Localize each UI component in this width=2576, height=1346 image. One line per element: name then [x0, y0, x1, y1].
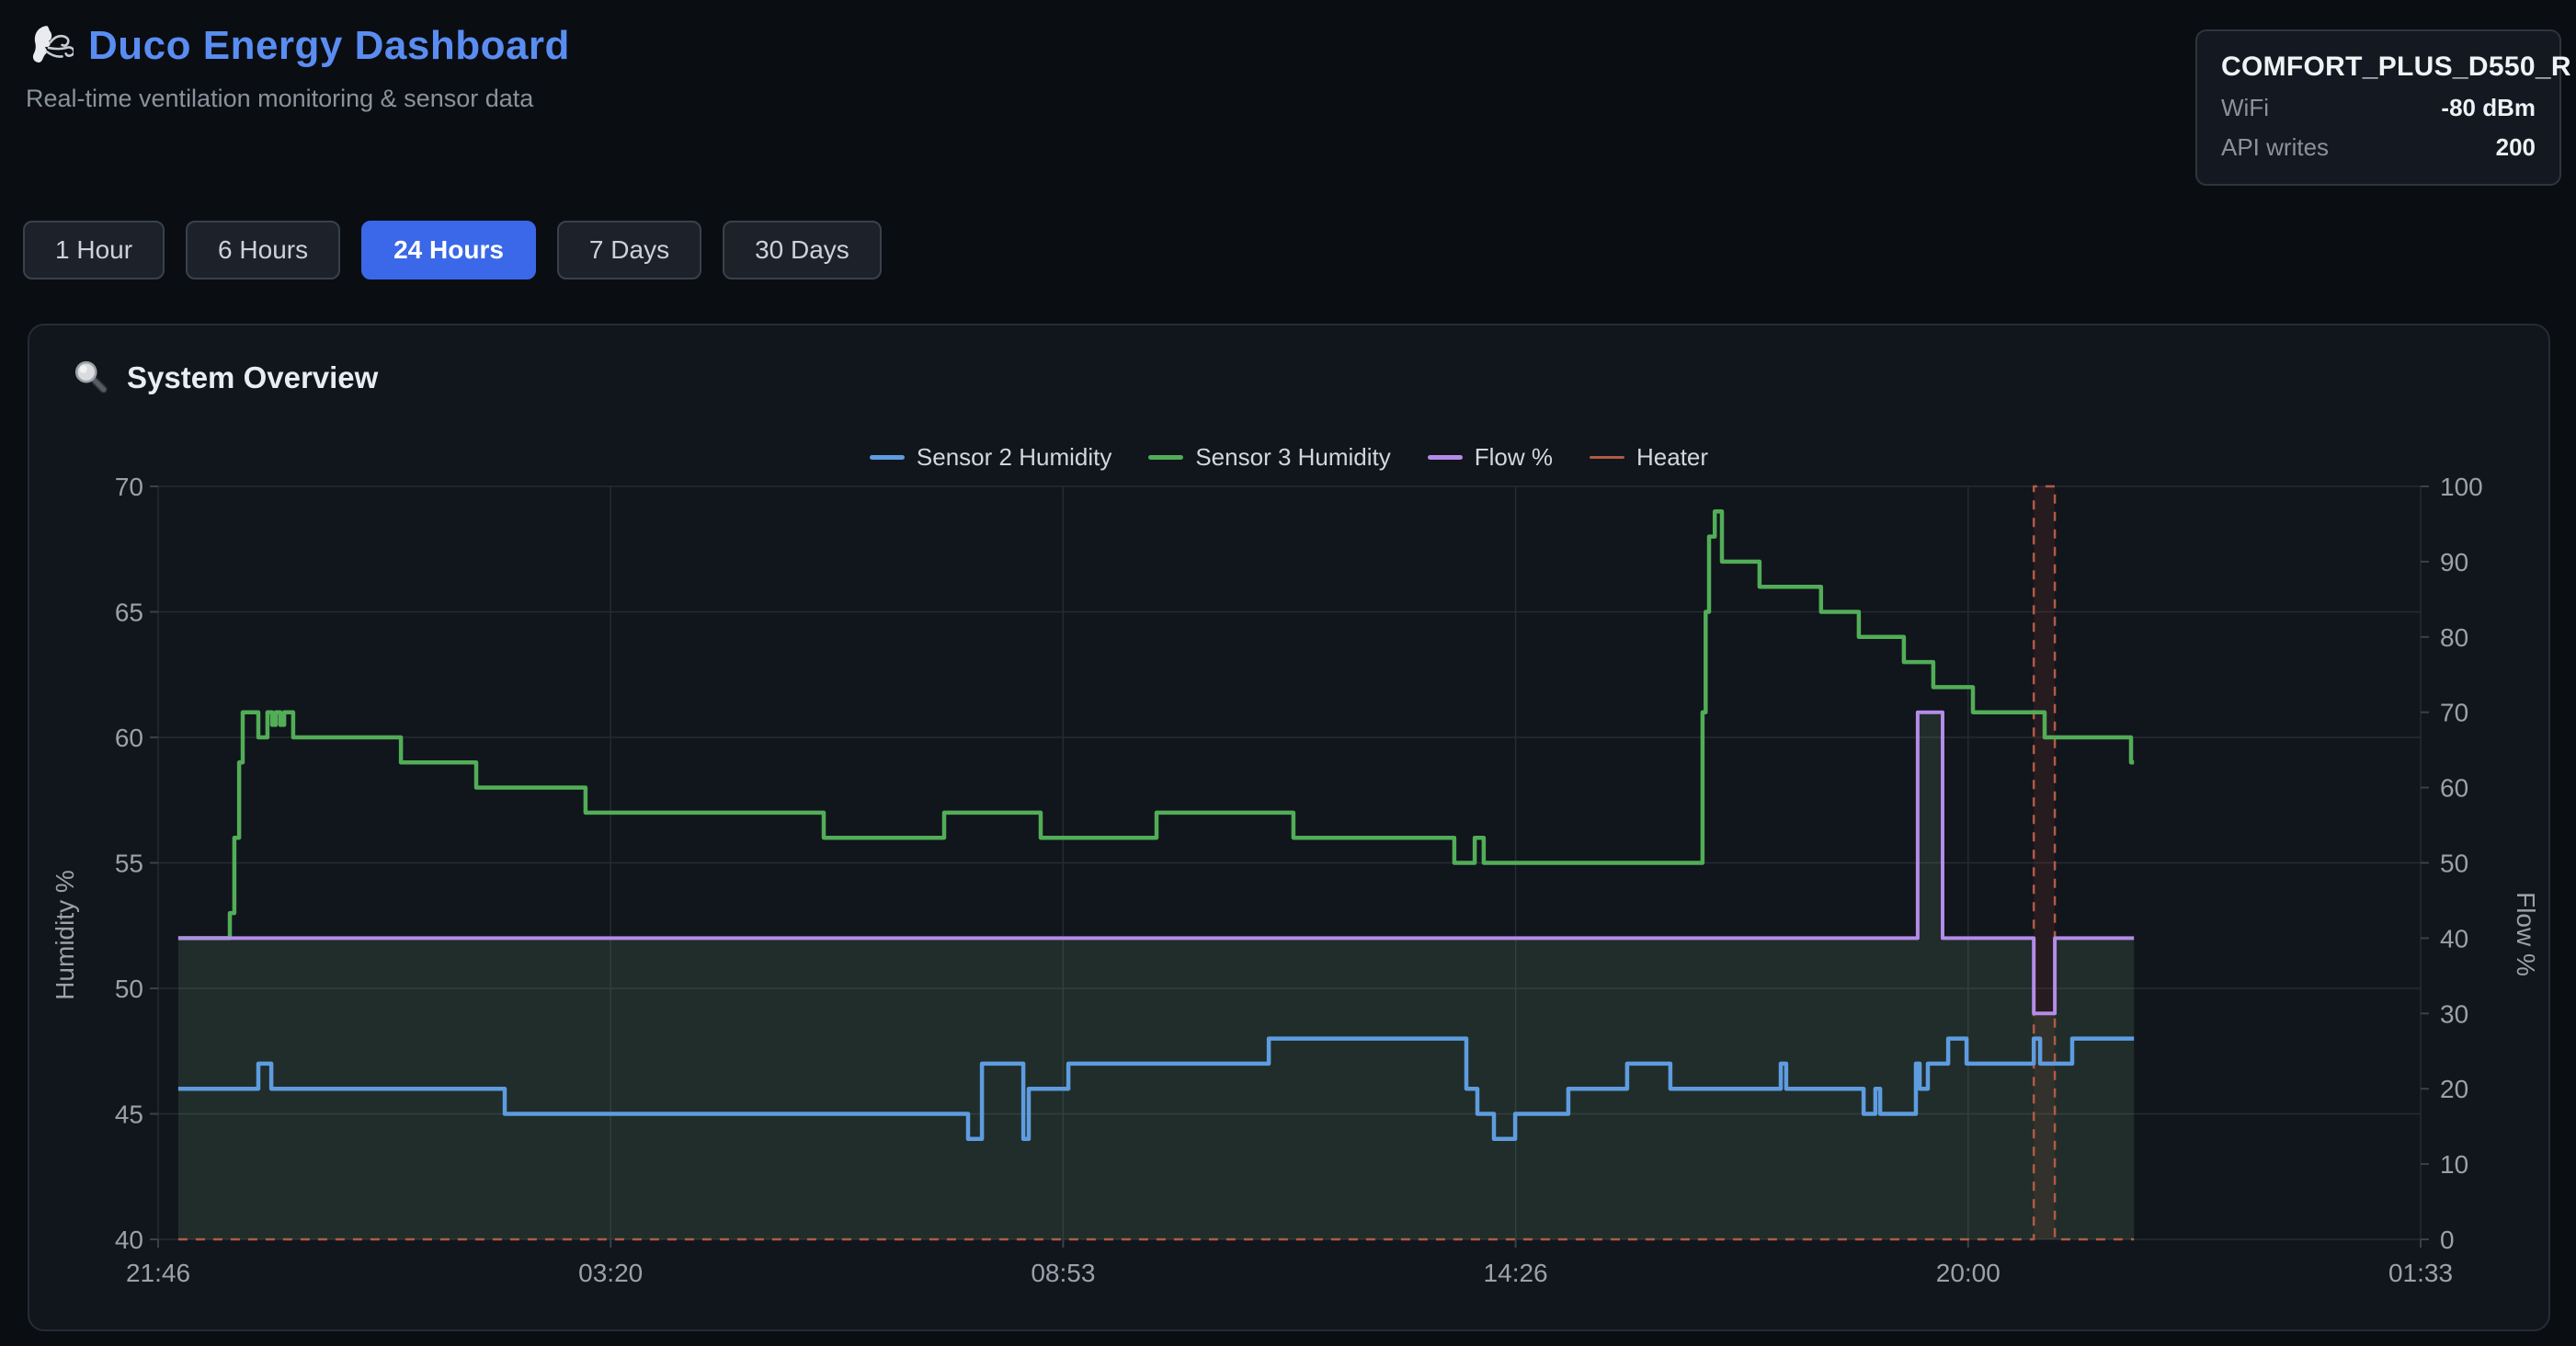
legend-swatch [870, 455, 905, 460]
right-tick-label: 50 [2440, 850, 2468, 878]
app-header: Duco Energy Dashboard Real-time ventilat… [26, 22, 570, 113]
left-axis-title: Humidity % [51, 870, 79, 1000]
left-tick-label: 55 [115, 850, 143, 878]
range-button-1-hour[interactable]: 1 Hour [23, 221, 165, 279]
page-title: Duco Energy Dashboard [88, 23, 570, 69]
legend-item-flow-[interactable]: Flow % [1428, 443, 1553, 472]
panel-title: System Overview [127, 360, 378, 395]
range-button-7-days[interactable]: 7 Days [557, 221, 701, 279]
system-overview-panel: System Overview Sensor 2 HumiditySensor … [28, 324, 2550, 1331]
right-tick-label: 80 [2440, 623, 2468, 652]
legend-swatch [1148, 455, 1183, 460]
left-tick-label: 60 [115, 724, 143, 752]
x-tick-label: 14:26 [1484, 1259, 1548, 1287]
x-tick-label: 08:53 [1031, 1259, 1095, 1287]
right-tick-label: 20 [2440, 1075, 2468, 1103]
right-tick-label: 0 [2440, 1226, 2455, 1254]
right-tick-label: 100 [2440, 473, 2483, 501]
area-fill-flow- [178, 713, 2134, 1239]
legend-label: Sensor 2 Humidity [917, 443, 1111, 472]
left-tick-label: 70 [115, 473, 143, 501]
stat-label: API writes [2221, 133, 2329, 162]
device-stats: WiFi -80 dBm API writes 200 [2221, 94, 2536, 162]
x-tick-label: 21:46 [126, 1259, 190, 1287]
left-tick-label: 40 [115, 1226, 143, 1254]
range-button-24-hours[interactable]: 24 Hours [361, 221, 536, 279]
right-tick-label: 40 [2440, 924, 2468, 952]
legend-item-sensor-3-humidity[interactable]: Sensor 3 Humidity [1148, 443, 1390, 472]
left-tick-label: 50 [115, 975, 143, 1003]
right-tick-label: 10 [2440, 1150, 2468, 1179]
x-tick-label: 01:33 [2388, 1259, 2453, 1287]
device-stat-row: API writes 200 [2221, 133, 2536, 162]
magnifier-icon [72, 359, 110, 397]
device-status-card: COMFORT_PLUS_D550_R WiFi -80 dBm API write… [2195, 29, 2561, 186]
right-tick-label: 30 [2440, 999, 2468, 1028]
device-stat-row: WiFi -80 dBm [2221, 94, 2536, 122]
left-tick-label: 45 [115, 1101, 143, 1129]
right-tick-label: 60 [2440, 774, 2468, 803]
stat-value: -80 dBm [2441, 94, 2536, 122]
range-button-30-days[interactable]: 30 Days [723, 221, 882, 279]
legend-item-sensor-2-humidity[interactable]: Sensor 2 Humidity [870, 443, 1111, 472]
right-tick-label: 90 [2440, 548, 2468, 576]
range-button-6-hours[interactable]: 6 Hours [186, 221, 340, 279]
right-tick-label: 70 [2440, 699, 2468, 727]
left-tick-label: 65 [115, 599, 143, 627]
series-line-sensor-3-humidity [178, 511, 2134, 938]
chart-legend: Sensor 2 Humidity Sensor 3 Humidity Flow %… [29, 443, 2548, 472]
time-range-selector: 1 Hour 6 Hours 24 Hours 7 Days 30 Days [23, 221, 882, 279]
legend-swatch [1590, 456, 1624, 459]
page-subtitle: Real-time ventilation monitoring & senso… [26, 85, 570, 113]
stat-value: 200 [2496, 133, 2536, 162]
legend-label: Heater [1636, 443, 1708, 472]
legend-item-heater[interactable]: Heater [1590, 443, 1708, 472]
x-tick-label: 03:20 [578, 1259, 643, 1287]
legend-label: Flow % [1475, 443, 1553, 472]
device-name: COMFORT_PLUS_D550_R [2221, 51, 2536, 83]
wind-face-icon [26, 22, 74, 70]
legend-label: Sensor 3 Humidity [1195, 443, 1390, 472]
right-axis-title: Flow % [2512, 892, 2540, 976]
legend-swatch [1428, 455, 1463, 460]
x-tick-label: 20:00 [1936, 1259, 2000, 1287]
system-overview-chart[interactable]: 21:46 03:20 08:53 14:26 20:00 01:33 70 65 60 55 50… [29, 325, 2552, 1329]
stat-label: WiFi [2221, 94, 2269, 122]
